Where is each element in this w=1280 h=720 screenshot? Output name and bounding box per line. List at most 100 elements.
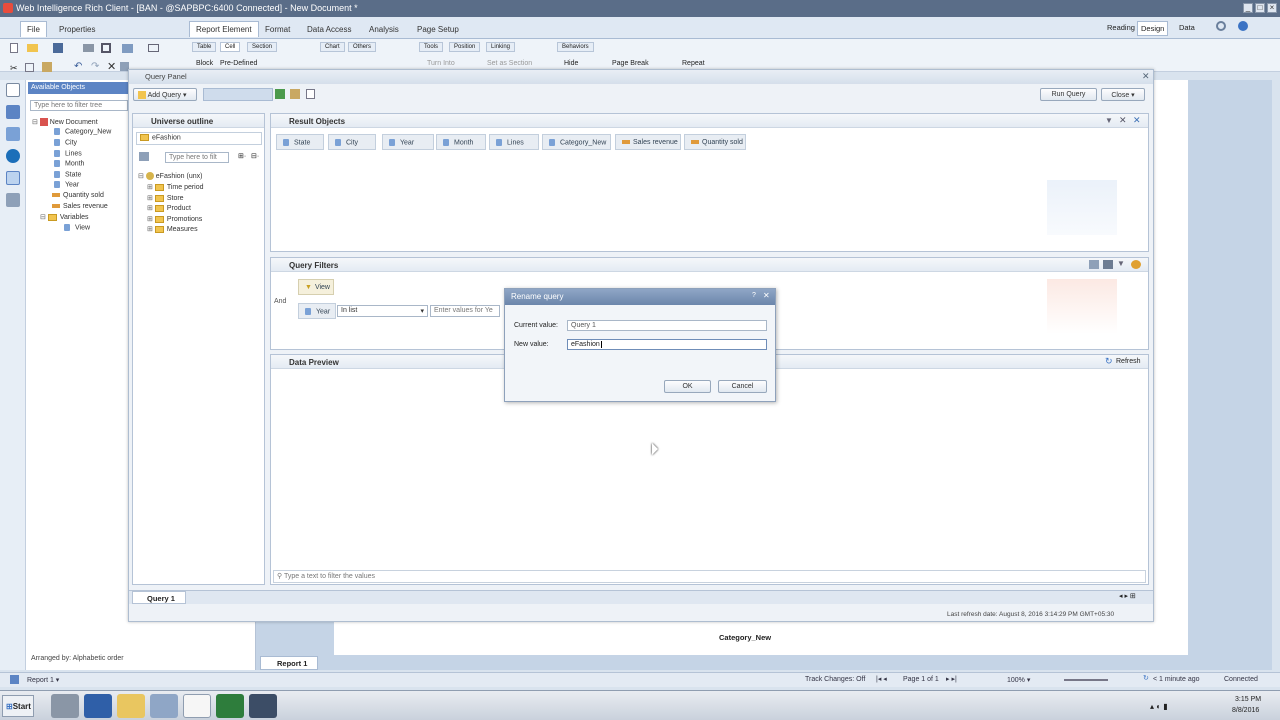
track-changes-status[interactable]: Track Changes: Off xyxy=(805,676,865,683)
subtab-others[interactable]: Others xyxy=(348,42,377,52)
data-mode-button[interactable]: Data xyxy=(1179,23,1195,32)
subtab-position[interactable]: Position xyxy=(449,42,481,52)
excel-icon[interactable] xyxy=(216,694,244,718)
maximize-button[interactable]: □ xyxy=(1255,3,1265,13)
report-column-header[interactable]: Category_New xyxy=(719,633,771,642)
copy-icon[interactable] xyxy=(25,63,34,72)
redo-icon[interactable]: ↷ xyxy=(91,61,99,72)
tree-item-quantity-sold[interactable]: Quantity sold xyxy=(52,192,104,199)
filter-value-input[interactable]: Enter values for Ye xyxy=(430,305,500,317)
result-objects-filter-icon[interactable]: ▼ xyxy=(1105,116,1113,125)
page-last-icon[interactable]: ▸ ▸| xyxy=(946,675,957,683)
ok-button[interactable]: OK xyxy=(664,380,711,393)
design-mode-button[interactable]: Design xyxy=(1137,21,1169,36)
add-subquery-icon[interactable] xyxy=(1103,260,1113,269)
tool-icon[interactable] xyxy=(150,694,178,718)
tab-scroll-icon[interactable]: ◂ ▸ ⊞ xyxy=(1119,592,1136,600)
paste-icon[interactable] xyxy=(42,62,52,72)
cut-icon[interactable]: ✂ xyxy=(10,63,18,74)
remove-result-icon[interactable]: ✕ xyxy=(1119,115,1127,126)
tab-properties[interactable]: Properties xyxy=(52,21,102,37)
result-object-lines[interactable]: Lines xyxy=(489,134,539,150)
universe-filter-input[interactable]: Type here to filt xyxy=(165,152,229,163)
webi-rich-client-icon[interactable] xyxy=(183,694,211,718)
collapse-all-icon[interactable]: ⊟· xyxy=(251,152,259,160)
turn-into-button[interactable]: Turn Into xyxy=(427,60,455,67)
explorer-icon[interactable] xyxy=(117,694,145,718)
undo-icon[interactable]: ↶ xyxy=(74,61,82,72)
subtab-behaviors[interactable]: Behaviors xyxy=(557,42,594,52)
document-structure-icon[interactable] xyxy=(6,193,20,207)
preview-filter-input[interactable]: ⚲ Type a text to filter the values xyxy=(273,570,1146,583)
tray-icons[interactable]: ▴ ◐ ▮ xyxy=(1150,702,1168,711)
add-prompt-icon[interactable] xyxy=(1089,260,1099,269)
view-sql-icon[interactable] xyxy=(203,88,273,101)
refresh-icon[interactable]: ↻ xyxy=(1105,356,1113,367)
universe-folder-measures[interactable]: ⊞ Measures xyxy=(147,225,198,233)
tree-item-month[interactable]: Month xyxy=(54,160,84,167)
set-section-button[interactable]: Set as Section xyxy=(487,60,532,67)
cancel-button[interactable]: Cancel xyxy=(718,380,767,393)
send-icon[interactable] xyxy=(148,44,159,52)
report-map-icon[interactable] xyxy=(6,105,20,119)
run-query-button[interactable]: Run Query xyxy=(1040,88,1097,101)
universe-select[interactable]: eFashion xyxy=(136,132,262,145)
tree-filter-input[interactable]: Type here to filter tree xyxy=(30,100,128,111)
universe-folder-store[interactable]: ⊞ Store xyxy=(147,194,184,202)
zoom-slider[interactable] xyxy=(1064,679,1108,681)
new-value-field[interactable]: eFashion xyxy=(567,339,767,350)
tree-item-year[interactable]: Year xyxy=(54,181,79,188)
dialog-close-icon[interactable]: ✕ xyxy=(763,291,770,300)
tab-page-setup[interactable]: Page Setup xyxy=(410,21,466,37)
help-icon[interactable] xyxy=(1238,21,1248,31)
result-object-month[interactable]: Month xyxy=(436,134,486,150)
remove-all-results-icon[interactable]: ✕ xyxy=(1133,115,1141,126)
purge-icon[interactable] xyxy=(290,89,300,99)
query-panel-close-icon[interactable]: ✕ xyxy=(1142,71,1150,82)
expand-all-icon[interactable]: ⊞· xyxy=(238,152,246,160)
tab-analysis[interactable]: Analysis xyxy=(362,21,406,37)
universe-tree-root[interactable]: ⊟ eFashion (unx) xyxy=(138,172,202,181)
find-icon[interactable] xyxy=(101,43,111,53)
subtab-table[interactable]: Table xyxy=(192,42,217,52)
filter-funnel-icon[interactable]: ▼ xyxy=(1117,259,1125,268)
add-query-button[interactable]: Add Query ▾ xyxy=(133,88,197,101)
page-break-button[interactable]: Page Break xyxy=(612,60,649,67)
minimize-button[interactable]: _ xyxy=(1243,3,1253,13)
report-tab[interactable]: Report 1 xyxy=(260,656,318,670)
filter-operator-select[interactable]: In list ▾ xyxy=(337,305,428,317)
print-icon[interactable] xyxy=(83,44,94,52)
available-objects-icon[interactable] xyxy=(6,171,20,185)
tree-item-sales-revenue[interactable]: Sales revenue xyxy=(52,203,108,210)
report-selector[interactable]: Report 1 ▾ xyxy=(27,676,59,684)
close-window-button[interactable]: × xyxy=(1267,3,1277,13)
delete-icon[interactable]: ✕ xyxy=(107,60,116,73)
tree-item-state[interactable]: State xyxy=(54,171,81,178)
predefined-filter-icon[interactable] xyxy=(1131,260,1141,269)
powershell-icon[interactable] xyxy=(84,694,112,718)
subtab-tools[interactable]: Tools xyxy=(419,42,444,52)
tab-file[interactable]: File xyxy=(20,21,47,37)
predefined-dropdown[interactable]: Pre-Defined xyxy=(220,60,257,67)
and-operator-label[interactable]: And xyxy=(274,298,286,305)
zoom-level[interactable]: 100% ▾ xyxy=(1007,676,1030,684)
server-manager-icon[interactable] xyxy=(51,694,79,718)
input-controls-icon[interactable] xyxy=(6,127,20,141)
query-tab-query-1[interactable]: Query 1 xyxy=(132,591,186,604)
export-icon[interactable] xyxy=(122,44,133,53)
result-object-category-new[interactable]: Category_New xyxy=(542,134,611,150)
tree-item-lines[interactable]: Lines xyxy=(54,150,82,157)
subtab-linking[interactable]: Linking xyxy=(486,42,516,52)
available-objects-header[interactable]: Available Objects xyxy=(28,82,128,94)
tab-data-access[interactable]: Data Access xyxy=(300,21,358,37)
reading-mode-button[interactable]: Reading xyxy=(1107,23,1135,32)
subtab-chart[interactable]: Chart xyxy=(320,42,345,52)
result-object-city[interactable]: City xyxy=(328,134,376,150)
new-icon[interactable] xyxy=(10,43,18,53)
document-summary-icon[interactable] xyxy=(6,83,20,97)
query-builder-icon[interactable] xyxy=(249,694,277,718)
close-query-button[interactable]: Close ▾ xyxy=(1101,88,1145,101)
tree-new-document[interactable]: ⊟ New Document xyxy=(32,118,98,127)
repeat-button[interactable]: Repeat xyxy=(682,60,705,67)
tree-item-city[interactable]: City xyxy=(54,139,77,146)
